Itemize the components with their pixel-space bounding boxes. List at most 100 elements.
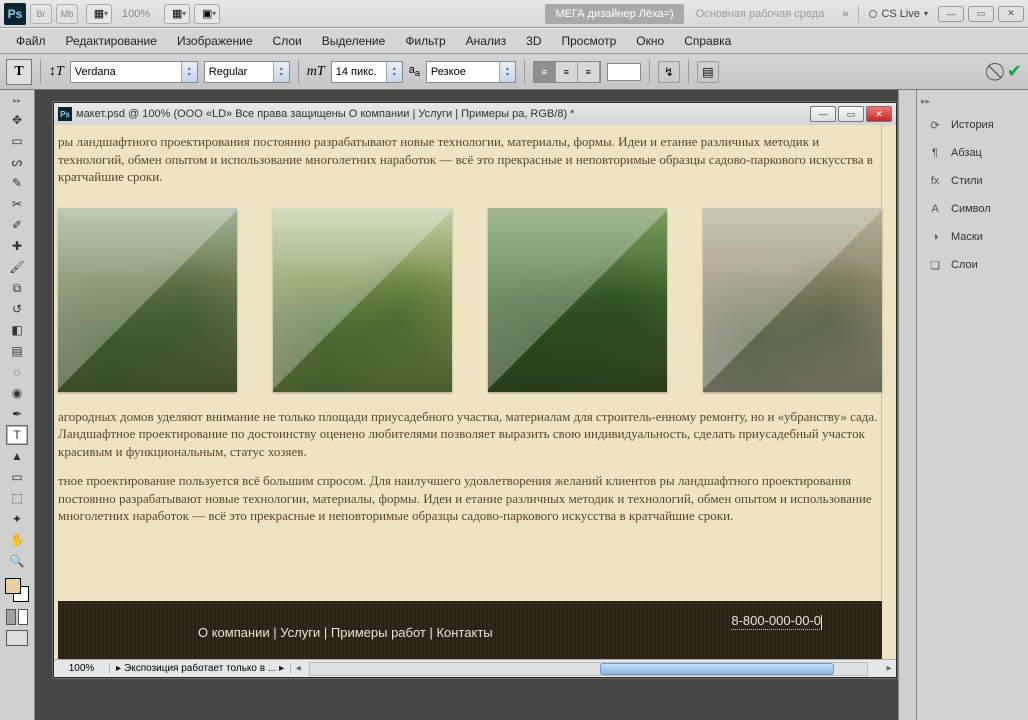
- zoom-level[interactable]: 100%: [116, 8, 156, 20]
- quick-mask-toggle[interactable]: [6, 609, 28, 625]
- eraser-tool[interactable]: ◧: [6, 320, 28, 340]
- menu-file[interactable]: Файл: [6, 30, 56, 52]
- type-tool[interactable]: T: [6, 425, 28, 445]
- align-center-button[interactable]: ≡: [556, 62, 578, 82]
- 3d-tool[interactable]: ⬚: [6, 488, 28, 508]
- commit-edit-icon[interactable]: ✔: [1007, 61, 1022, 82]
- antialias-label: aa: [409, 64, 420, 78]
- text-color-swatch[interactable]: [607, 63, 641, 81]
- menu-window[interactable]: Окно: [626, 30, 674, 52]
- screen-mode-dropdown[interactable]: ▣: [194, 4, 220, 24]
- text-align-group: ≡ ≡ ≡: [533, 61, 601, 83]
- photoshop-logo: Ps: [4, 3, 26, 25]
- current-tool-icon[interactable]: T: [6, 59, 32, 85]
- menu-image[interactable]: Изображение: [167, 30, 263, 52]
- align-left-button[interactable]: ≡: [534, 62, 556, 82]
- footer-nav[interactable]: О компании | Услуги | Примеры работ | Ко…: [198, 625, 493, 640]
- antialias-select[interactable]: Резкое: [426, 61, 516, 83]
- marquee-tool[interactable]: ▭: [6, 131, 28, 151]
- character-panel-button[interactable]: ▤: [697, 61, 719, 83]
- thumb-1: [58, 208, 237, 392]
- menu-analysis[interactable]: Анализ: [456, 30, 517, 52]
- minibridge-button[interactable]: Mb: [56, 4, 78, 24]
- body-text-3: тное проектирование пользуется всё больш…: [58, 472, 882, 525]
- hand-tool[interactable]: ✋: [6, 530, 28, 550]
- shape-tool[interactable]: ▭: [6, 467, 28, 487]
- history-brush-tool[interactable]: ↺: [6, 299, 28, 319]
- maximize-button[interactable]: ▭: [968, 6, 994, 22]
- brush-tool[interactable]: 🖌: [6, 257, 28, 277]
- zoom-tool[interactable]: 🔍: [6, 551, 28, 571]
- menu-view[interactable]: Просмотр: [551, 30, 626, 52]
- panels-collapse-icon[interactable]: ▸▸: [921, 96, 935, 110]
- masks-icon: ◑: [927, 229, 943, 245]
- canvas[interactable]: ры ландшафтного проектирования постоянно…: [54, 125, 896, 659]
- panel-history[interactable]: ⟳История: [921, 112, 1024, 138]
- footer-phone[interactable]: 8-800-000-00-0: [731, 613, 822, 630]
- panel-styles[interactable]: fxСтили: [921, 168, 1024, 194]
- collapsed-panel-strip[interactable]: [898, 90, 916, 720]
- pen-tool[interactable]: ✒: [6, 404, 28, 424]
- document-window: Ps макет.psd @ 100% (ООО «LD» Все права …: [53, 102, 897, 678]
- status-bar: 100% ▸Экспозиция работает только в ...▸ …: [54, 659, 896, 677]
- history-icon: ⟳: [927, 117, 943, 133]
- menu-help[interactable]: Справка: [674, 30, 741, 52]
- align-right-button[interactable]: ≡: [578, 62, 600, 82]
- page-footer: 8-800-000-00-0 О компании | Услуги | При…: [58, 601, 882, 659]
- font-size-select[interactable]: 14 пикс.: [331, 61, 403, 83]
- crop-tool[interactable]: ✂: [6, 194, 28, 214]
- eyedropper-tool[interactable]: ✐: [6, 215, 28, 235]
- menu-select[interactable]: Выделение: [312, 30, 396, 52]
- doc-close-button[interactable]: ✕: [866, 106, 892, 122]
- font-family-select[interactable]: Verdana: [70, 61, 198, 83]
- foreground-color[interactable]: [5, 578, 21, 594]
- lasso-tool[interactable]: ᔕ: [6, 152, 28, 172]
- ps-file-icon: Ps: [58, 107, 72, 121]
- toolbox-collapse-icon[interactable]: ▸▸: [8, 96, 26, 109]
- menu-3d[interactable]: 3D: [516, 30, 551, 52]
- close-button[interactable]: ✕: [998, 6, 1024, 22]
- scroll-right-button[interactable]: ▸: [882, 663, 896, 674]
- menu-bar: Файл Редактирование Изображение Слои Выд…: [0, 28, 1028, 54]
- move-tool[interactable]: ✥: [6, 110, 28, 130]
- screen-mode-toggle[interactable]: [6, 630, 28, 646]
- panel-layers[interactable]: ❏Слои: [921, 252, 1024, 278]
- text-orientation-icon[interactable]: ↕T: [49, 64, 64, 80]
- stamp-tool[interactable]: ⧉: [6, 278, 28, 298]
- horizontal-scrollbar[interactable]: [309, 662, 868, 676]
- workspace-more-icon[interactable]: »: [836, 8, 854, 20]
- bridge-button[interactable]: Br: [30, 4, 52, 24]
- cs-live-button[interactable]: CS Live▾: [863, 8, 934, 20]
- doc-maximize-button[interactable]: ▭: [838, 106, 864, 122]
- color-swatches[interactable]: [5, 578, 29, 602]
- path-select-tool[interactable]: ▲: [6, 446, 28, 466]
- arrange-docs-dropdown[interactable]: ▦: [164, 4, 190, 24]
- document-titlebar[interactable]: Ps макет.psd @ 100% (ООО «LD» Все права …: [54, 103, 896, 125]
- quick-select-tool[interactable]: ✎: [6, 173, 28, 193]
- blur-tool[interactable]: ◌: [6, 362, 28, 382]
- view-extras-dropdown[interactable]: ▦: [86, 4, 112, 24]
- gradient-tool[interactable]: ▤: [6, 341, 28, 361]
- status-info[interactable]: ▸Экспозиция работает только в ...▸: [110, 663, 291, 674]
- healing-tool[interactable]: ✚: [6, 236, 28, 256]
- horizontal-scroll-thumb[interactable]: [600, 663, 834, 675]
- menu-edit[interactable]: Редактирование: [56, 30, 167, 52]
- font-style-select[interactable]: Regular: [204, 61, 290, 83]
- panel-paragraph[interactable]: ¶Абзац: [921, 140, 1024, 166]
- doc-minimize-button[interactable]: —: [810, 106, 836, 122]
- thumb-4: [703, 208, 882, 392]
- panel-masks[interactable]: ◑Маски: [921, 224, 1024, 250]
- warp-text-button[interactable]: ↯: [658, 61, 680, 83]
- minimize-button[interactable]: —: [938, 6, 964, 22]
- 3d-camera-tool[interactable]: ✦: [6, 509, 28, 529]
- font-size-icon: тТ: [307, 64, 325, 80]
- panel-character[interactable]: AСимвол: [921, 196, 1024, 222]
- scroll-left-button[interactable]: ◂: [291, 663, 305, 674]
- workspace-switcher[interactable]: Основная рабочая среда: [688, 4, 833, 24]
- dodge-tool[interactable]: ◉: [6, 383, 28, 403]
- status-zoom[interactable]: 100%: [54, 663, 110, 674]
- body-text-2: агородных домов уделяют внимание не толь…: [58, 408, 882, 461]
- paragraph-icon: ¶: [927, 145, 943, 161]
- menu-layers[interactable]: Слои: [263, 30, 312, 52]
- menu-filter[interactable]: Фильтр: [395, 30, 455, 52]
